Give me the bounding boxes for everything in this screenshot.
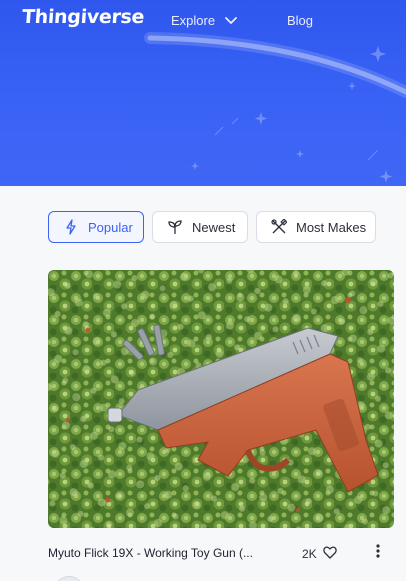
logo-text: Thingiverse <box>21 6 145 28</box>
tab-most-makes-label: Most Makes <box>296 219 367 235</box>
hero-banner: Thingiverse Explore Blog <box>0 0 406 186</box>
top-nav: Thingiverse Explore Blog <box>0 0 406 42</box>
explore-menu[interactable]: Explore <box>171 13 237 28</box>
page: Thingiverse Explore Blog Popular Newest <box>0 0 406 581</box>
more-options-button[interactable] <box>372 544 384 562</box>
kebab-icon <box>376 544 380 558</box>
thing-thumbnail[interactable] <box>48 270 394 528</box>
thingiverse-logo[interactable]: Thingiverse <box>21 6 145 28</box>
like-button[interactable]: 2K <box>302 546 337 562</box>
lightning-icon <box>63 219 79 235</box>
like-count: 2K <box>302 547 317 561</box>
tab-newest[interactable]: Newest <box>152 211 248 243</box>
tools-icon <box>271 219 287 235</box>
tab-popular[interactable]: Popular <box>48 211 144 243</box>
explore-label: Explore <box>171 13 216 28</box>
thing-title[interactable]: Myuto Flick 19X - Working Toy Gun (... <box>48 546 270 560</box>
tab-newest-label: Newest <box>192 219 236 235</box>
tab-most-makes[interactable]: Most Makes <box>256 211 376 243</box>
chevron-down-icon <box>225 16 237 25</box>
sprout-icon <box>167 219 183 235</box>
creator-avatar[interactable] <box>54 576 84 581</box>
tab-popular-label: Popular <box>88 219 133 235</box>
thing-image <box>48 270 394 528</box>
blog-link[interactable]: Blog <box>287 13 313 28</box>
heart-icon <box>322 546 337 562</box>
